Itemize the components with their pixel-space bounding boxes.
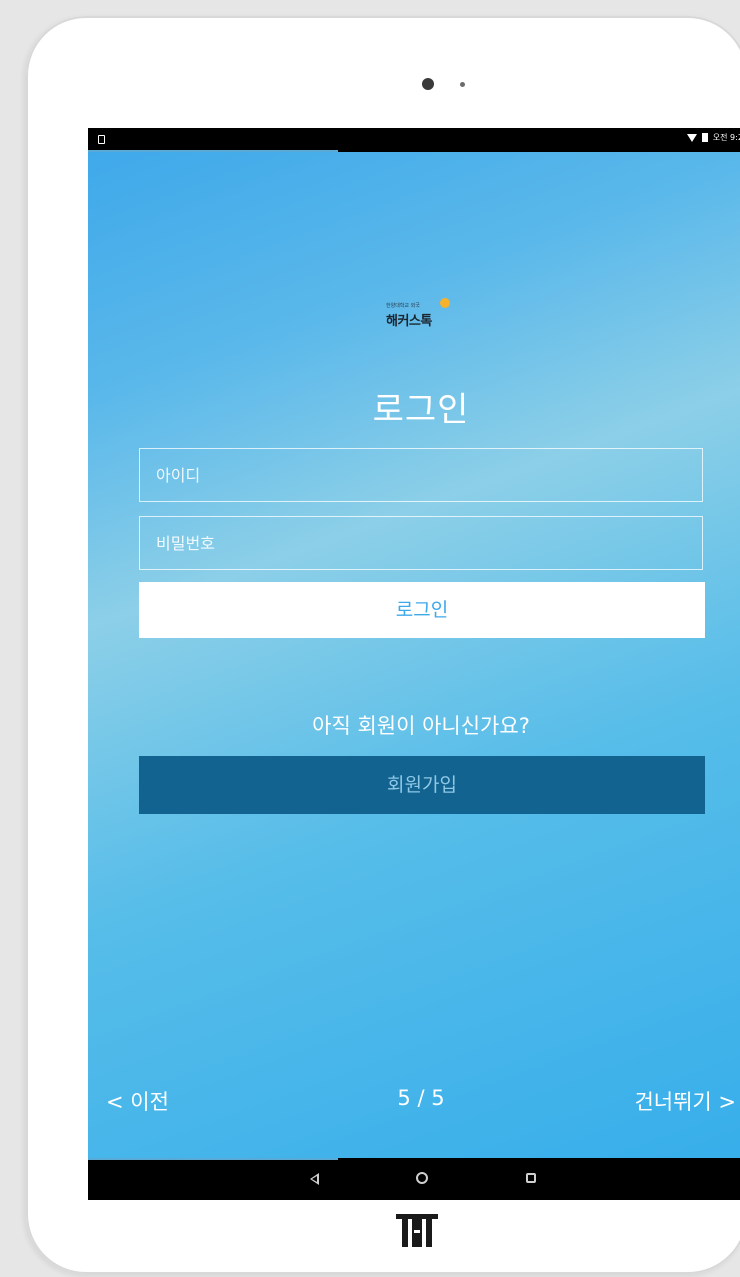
skip-link[interactable]: 건너뛰기 > <box>634 1086 736 1116</box>
status-bar: 오전 9:20 <box>88 128 740 152</box>
device-brand-icon <box>396 1214 438 1247</box>
wifi-icon <box>686 133 697 142</box>
front-camera <box>422 78 434 90</box>
back-icon[interactable] <box>310 1173 319 1185</box>
signup-question: 아직 회원이 아니신가요? <box>312 714 530 738</box>
battery-icon <box>701 133 708 142</box>
light-sensor <box>460 82 465 87</box>
logo-dot-icon <box>440 298 450 308</box>
password-input[interactable] <box>139 516 703 570</box>
nav-accent-line <box>88 1158 338 1160</box>
home-icon[interactable] <box>416 1172 428 1184</box>
prev-link[interactable]: < 이전 <box>106 1086 169 1116</box>
status-right-group: 오전 9:20 <box>686 132 740 143</box>
id-input[interactable] <box>139 448 703 502</box>
notification-icon <box>98 135 105 144</box>
app-logo: 한양대학교 외국 해커스톡 <box>380 292 462 338</box>
device-screen: 오전 9:20 한양대학교 외국 해커스톡 로그인 로그인 아직 회원이 아니신… <box>88 128 740 1200</box>
system-nav-bar <box>88 1158 740 1200</box>
recents-icon[interactable] <box>526 1173 536 1183</box>
logo-tagline: 한양대학교 외국 <box>386 303 420 309</box>
login-screen: 한양대학교 외국 해커스톡 로그인 로그인 아직 회원이 아니신가요? 회원가입… <box>88 152 740 1158</box>
page-title: 로그인 <box>372 390 470 430</box>
signup-button[interactable]: 회원가입 <box>139 756 705 814</box>
tablet-frame: 오전 9:20 한양대학교 외국 해커스톡 로그인 로그인 아직 회원이 아니신… <box>26 16 740 1274</box>
login-button[interactable]: 로그인 <box>139 582 705 638</box>
status-time: 오전 9:20 <box>712 133 740 142</box>
logo-name: 해커스톡 <box>386 314 432 329</box>
